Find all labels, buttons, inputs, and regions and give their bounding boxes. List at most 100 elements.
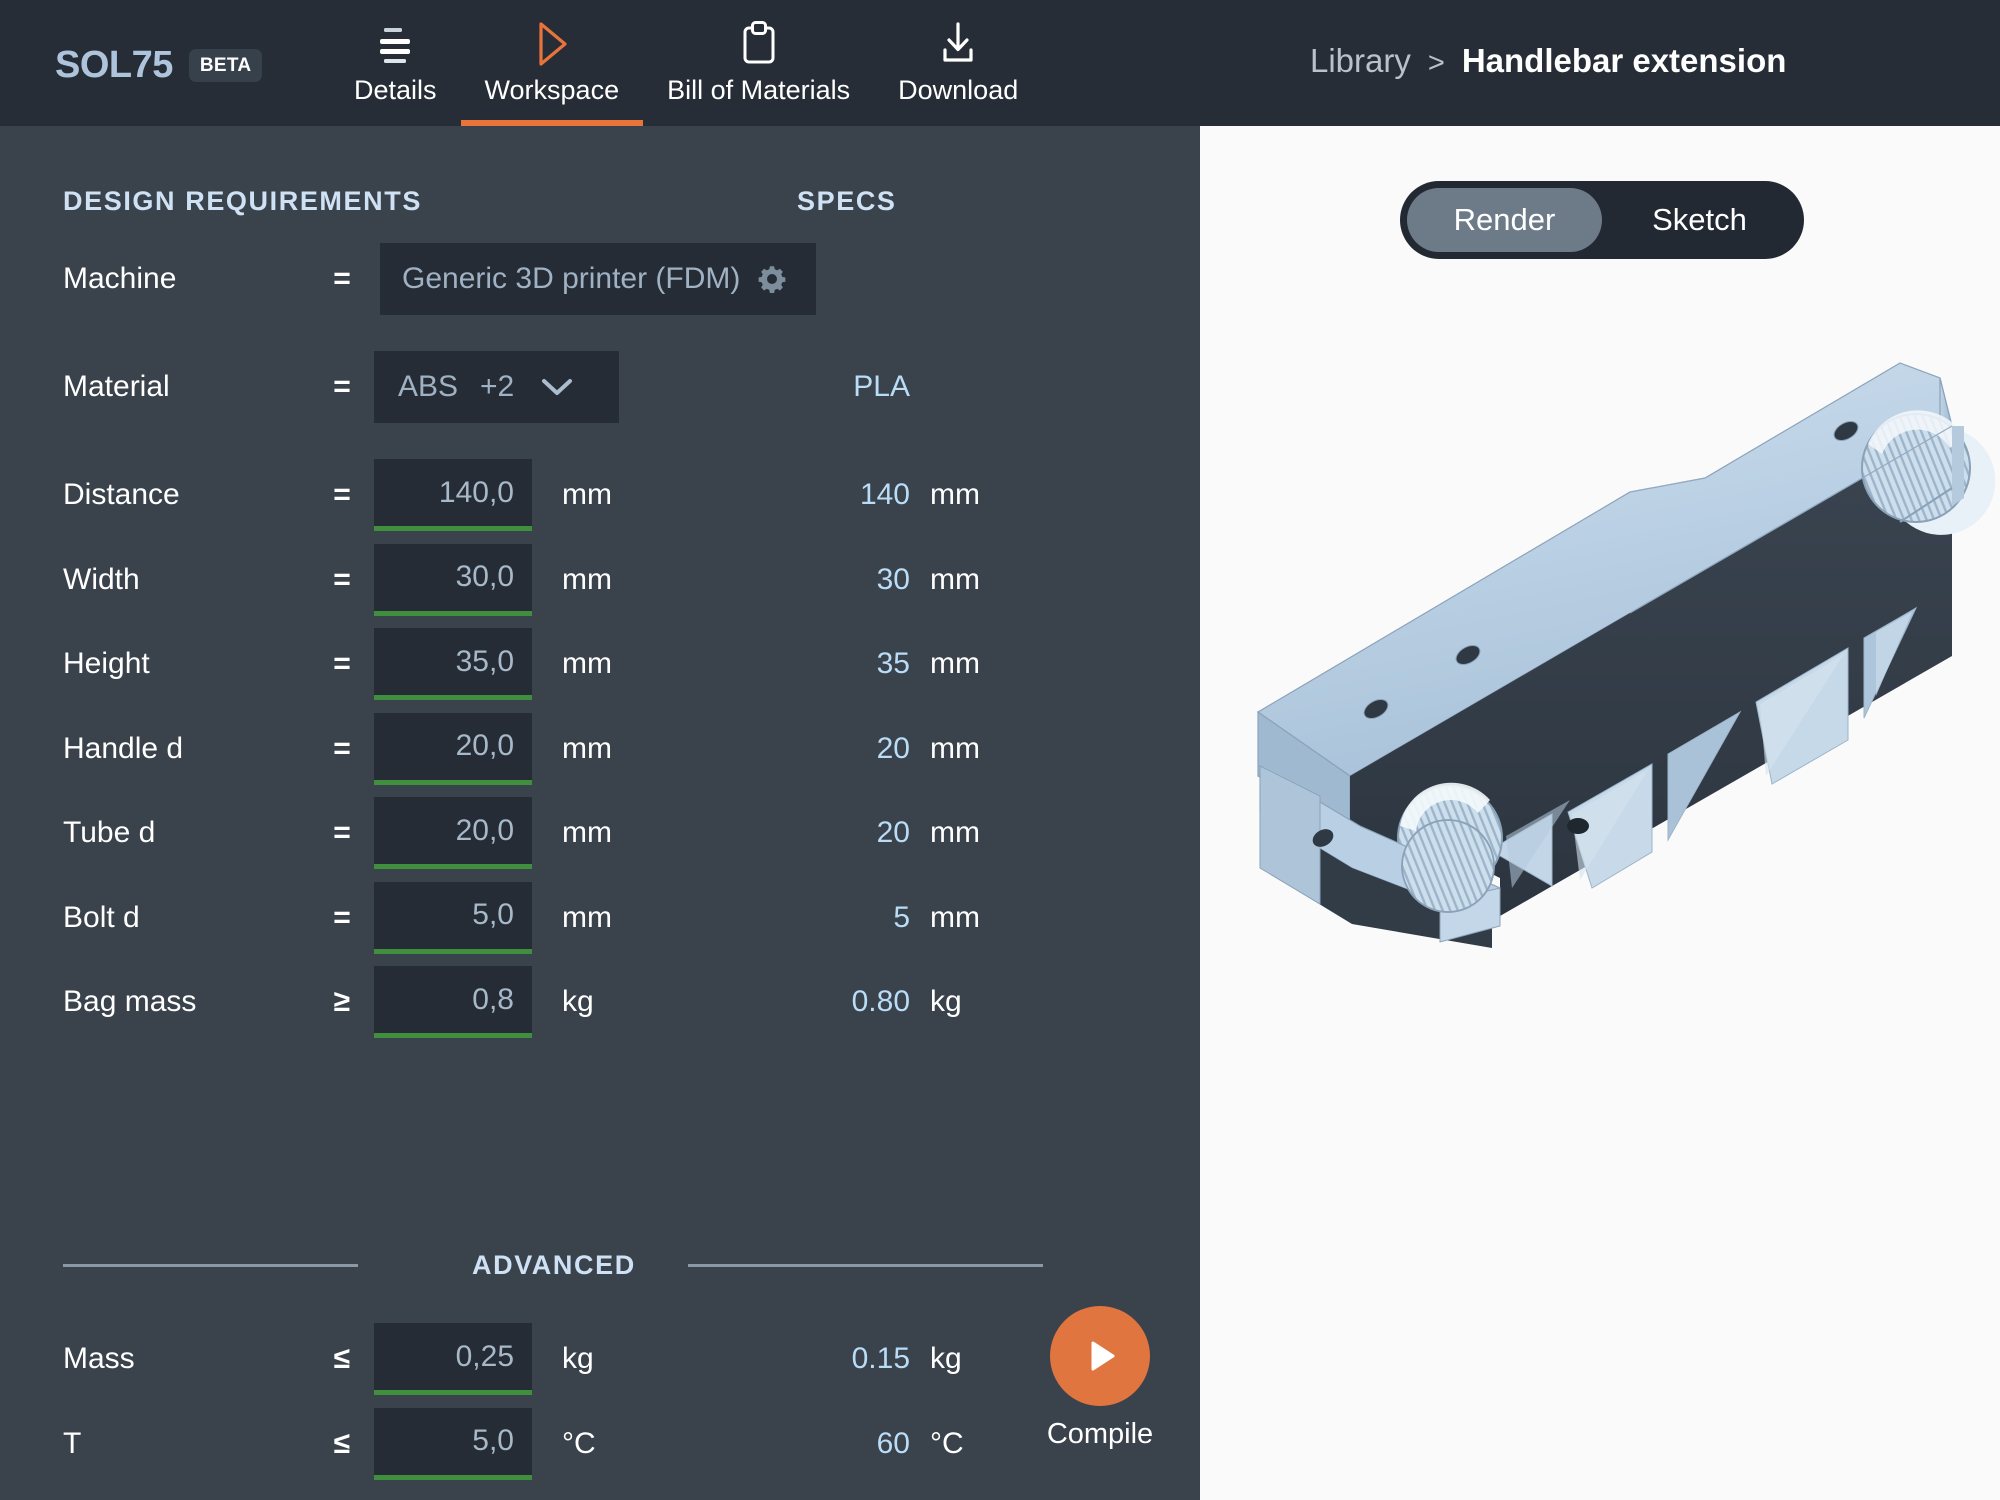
param-operator: ≥ [333, 985, 351, 1018]
param-input-value: 0,25 [455, 1339, 514, 1373]
param-label: Bolt d [63, 900, 140, 934]
param-operator: = [333, 562, 351, 596]
material-operator: = [333, 370, 351, 403]
param-spec-value: 35 [876, 647, 910, 680]
advanced-divider: ADVANCED [0, 1245, 1200, 1285]
model-3d-viewport[interactable] [1200, 126, 2000, 1500]
param-label: Mass [63, 1342, 135, 1375]
param-input[interactable]: 0,8 [374, 966, 532, 1038]
param-unit: mm [562, 562, 612, 596]
specs-header: SPECS [797, 186, 897, 216]
param-input-value: 0,8 [472, 982, 514, 1016]
param-input-value: 5,0 [472, 898, 514, 931]
advanced-label: ADVANCED [472, 1249, 636, 1280]
param-unit: mm [562, 731, 612, 765]
download-icon [935, 18, 981, 70]
divider-line-left [63, 1263, 358, 1267]
machine-value: Generic 3D printer (FDM) [402, 262, 741, 295]
play-icon [1050, 1306, 1150, 1406]
param-operator: = [333, 478, 351, 511]
breadcrumb-separator: > [1427, 47, 1445, 79]
param-spec-unit: mm [930, 900, 980, 934]
brand-logo: SOL75 [55, 44, 173, 86]
tab-details-label: Details [354, 75, 437, 105]
param-spec-value: 60 [876, 1426, 910, 1460]
param-input-value: 30,0 [455, 560, 514, 593]
material-label: Material [63, 370, 170, 403]
param-input-value: 35,0 [455, 644, 514, 678]
param-input[interactable]: 5,0 [374, 1407, 532, 1480]
row-handle-d: Handle d = 20,0 mm 20 mm [0, 701, 1200, 797]
param-input[interactable]: 140,0 [374, 459, 532, 531]
material-value: ABS [398, 370, 459, 403]
machine-select[interactable]: Generic 3D printer (FDM) [380, 243, 817, 315]
param-label: Handle d [63, 731, 184, 765]
param-input[interactable]: 20,0 [374, 797, 532, 869]
breadcrumb-library-link[interactable]: Library [1310, 42, 1411, 80]
breadcrumb: Library > Handlebar extension [1310, 42, 1786, 80]
row-t: T ≤5,0 °C 60 °C [0, 1396, 1200, 1492]
tab-details[interactable]: Details [330, 0, 461, 126]
param-input[interactable]: 5,0 [374, 881, 532, 954]
beta-badge: BETA [188, 49, 263, 82]
param-spec-value: 5 [893, 900, 910, 934]
model-viewer-panel: Render Sketch [1200, 126, 2000, 1500]
param-spec-value: 30 [876, 562, 910, 596]
compile-button[interactable]: Compile [1021, 1306, 1179, 1451]
param-spec-unit: mm [930, 816, 980, 849]
param-spec-value: 140 [859, 478, 910, 511]
tab-workspace-label: Workspace [484, 75, 620, 105]
main-tabs: Details Workspace Bill of Materials Down… [330, 0, 1042, 126]
param-input[interactable]: 0,25 [374, 1323, 532, 1395]
material-dropdown[interactable]: ABS +2 [374, 351, 619, 423]
chevron-down-icon[interactable] [540, 376, 574, 398]
param-operator: ≤ [333, 1426, 351, 1460]
compile-label: Compile [1046, 1418, 1154, 1450]
breadcrumb-current-item: Handlebar extension [1461, 42, 1787, 79]
param-operator: = [333, 647, 351, 680]
param-input[interactable]: 35,0 [374, 628, 532, 700]
brand[interactable]: SOL75 BETA [55, 44, 263, 87]
material-spec-value: PLA [853, 370, 910, 403]
param-spec-value: 0.80 [851, 985, 910, 1018]
param-unit: mm [562, 647, 612, 680]
play-outline-icon [529, 18, 575, 70]
param-unit: °C [562, 1426, 596, 1460]
sol75-workspace-app: SOL75 BETA Details Workspace Bill of Mat… [0, 0, 2000, 1500]
gear-icon[interactable] [756, 263, 788, 295]
row-machine: Machine = Generic 3D printer (FDM) [0, 231, 1200, 327]
machine-operator: = [333, 262, 351, 295]
param-unit: kg [562, 985, 594, 1018]
param-spec-value: 20 [876, 816, 910, 849]
design-requirements-panel: DESIGN REQUIREMENTS SPECS Machine = Gene… [0, 126, 1200, 1500]
app-header: SOL75 BETA Details Workspace Bill of Mat… [0, 0, 2000, 126]
clipboard-icon [736, 18, 782, 70]
param-spec-unit: mm [930, 562, 980, 596]
param-spec-unit: kg [930, 985, 962, 1018]
param-spec-unit: mm [930, 647, 980, 680]
row-bolt-d: Bolt d = 5,0 mm 5 mm [0, 870, 1200, 966]
row-mass: Mass ≤0,25 kg 0.15 kg [0, 1311, 1200, 1407]
tab-download-label: Download [898, 75, 1019, 105]
param-operator: = [333, 816, 351, 849]
param-spec-unit: °C [930, 1426, 964, 1460]
param-label: Width [63, 562, 140, 596]
param-input-value: 20,0 [455, 729, 514, 762]
param-spec-unit: kg [930, 1342, 962, 1375]
param-operator: = [333, 731, 351, 765]
tab-download[interactable]: Download [874, 0, 1042, 126]
param-unit: mm [562, 900, 612, 934]
param-input[interactable]: 30,0 [374, 543, 532, 616]
design-requirements-header: DESIGN REQUIREMENTS [63, 186, 422, 216]
param-spec-value: 0.15 [851, 1342, 910, 1375]
param-label: T [63, 1426, 82, 1460]
param-spec-unit: mm [930, 478, 980, 511]
param-label: Tube d [63, 816, 156, 849]
param-input[interactable]: 20,0 [374, 712, 532, 785]
param-operator: = [333, 900, 351, 934]
column-headers: DESIGN REQUIREMENTS SPECS [0, 186, 1200, 216]
param-operator: ≤ [333, 1342, 351, 1375]
tab-bill-of-materials[interactable]: Bill of Materials [643, 0, 874, 126]
tab-workspace[interactable]: Workspace [460, 0, 644, 126]
param-spec-value: 20 [876, 731, 910, 765]
